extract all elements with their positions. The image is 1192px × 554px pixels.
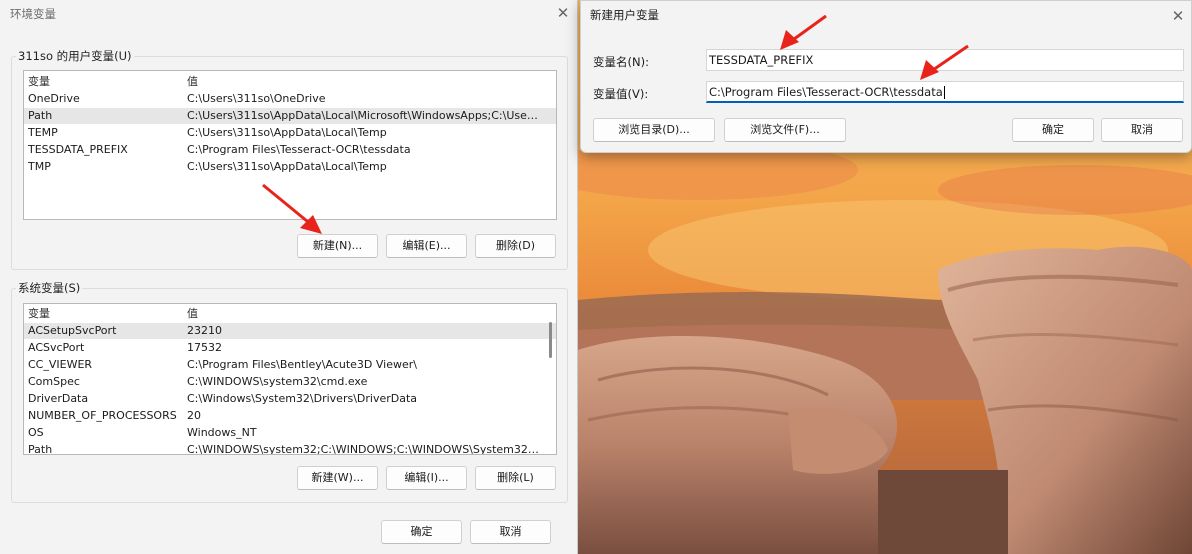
list-item[interactable]: CC_VIEWER C:\Program Files\Bentley\Acute… (24, 357, 556, 373)
user-edit-button[interactable]: 编辑(E)... (386, 234, 467, 258)
user-delete-button[interactable]: 删除(D) (475, 234, 556, 258)
cancel-button[interactable]: 取消 (470, 520, 551, 544)
browse-file-button[interactable]: 浏览文件(F)... (724, 118, 846, 142)
column-header-variable[interactable]: 变量 (28, 306, 50, 322)
list-header[interactable]: 变量 值 (24, 74, 556, 90)
variable-name: TMP (28, 160, 51, 173)
variable-name: NUMBER_OF_PROCESSORS (28, 409, 177, 422)
variable-value: C:\Users\311so\OneDrive (187, 92, 326, 105)
close-icon[interactable]: ✕ (1169, 7, 1187, 25)
text-caret (943, 86, 945, 99)
variable-name-field[interactable]: TESSDATA_PREFIX (706, 49, 1184, 71)
list-header[interactable]: 变量 值 (24, 306, 556, 322)
column-header-variable[interactable]: 变量 (28, 74, 50, 90)
variable-name-value: TESSDATA_PREFIX (709, 53, 814, 67)
variable-name: ACSetupSvcPort (28, 324, 117, 337)
variable-value: C:\Program Files\Tesseract-OCR\tessdata (187, 143, 411, 156)
variable-value: C:\Users\311so\AppData\Local\Temp (187, 126, 387, 139)
list-item[interactable]: OS Windows_NT (24, 425, 556, 441)
variable-value: C:\WINDOWS\system32;C:\WINDOWS;C:\WINDOW… (187, 443, 542, 455)
dialog-cancel-button[interactable]: 取消 (1101, 118, 1183, 142)
scrollbar-thumb[interactable] (549, 322, 552, 358)
variable-value: 17532 (187, 341, 222, 354)
variable-name: OS (28, 426, 44, 439)
list-item[interactable]: ComSpec C:\WINDOWS\system32\cmd.exe (24, 374, 556, 390)
dialog-title: 新建用户变量 (590, 8, 659, 22)
user-variables-label: 311so 的用户变量(U) (16, 48, 134, 64)
variable-value: C:\WINDOWS\system32\cmd.exe (187, 375, 368, 388)
new-user-variable-dialog: 新建用户变量 ✕ 变量名(N): TESSDATA_PREFIX 变量值(V):… (580, 0, 1192, 153)
system-delete-button[interactable]: 删除(L) (475, 466, 556, 490)
variable-value: C:\Users\311so\AppData\Local\Microsoft\W… (187, 109, 542, 122)
environment-variables-window: 环境变量 ✕ 311so 的用户变量(U) 变量 值 OneDrive C:\U… (0, 0, 578, 554)
variable-name: TESSDATA_PREFIX (28, 143, 128, 156)
list-item[interactable]: Path C:\WINDOWS\system32;C:\WINDOWS;C:\W… (24, 442, 556, 455)
variable-value: Windows_NT (187, 426, 257, 439)
variable-name: ACSvcPort (28, 341, 85, 354)
variable-value-field[interactable]: C:\Program Files\Tesseract-OCR\tessdata (706, 81, 1184, 103)
ok-button[interactable]: 确定 (381, 520, 462, 544)
variable-name-label: 变量名(N): (593, 55, 649, 69)
variable-name: ComSpec (28, 375, 80, 388)
browse-directory-button[interactable]: 浏览目录(D)... (593, 118, 715, 142)
list-item[interactable]: Path C:\Users\311so\AppData\Local\Micros… (24, 108, 556, 124)
user-variables-list[interactable]: 变量 值 OneDrive C:\Users\311so\OneDrive Pa… (23, 70, 557, 220)
system-variables-label: 系统变量(S) (16, 280, 83, 296)
variable-value: C:\Windows\System32\Drivers\DriverData (187, 392, 418, 405)
variable-value: C:\Users\311so\AppData\Local\Temp (187, 160, 387, 173)
system-edit-button[interactable]: 编辑(I)... (386, 466, 467, 490)
system-variables-list[interactable]: 变量 值 ACSetupSvcPort 23210 ACSvcPort 1753… (23, 303, 557, 455)
variable-value: 23210 (187, 324, 222, 337)
list-item[interactable]: TMP C:\Users\311so\AppData\Local\Temp (24, 159, 556, 175)
column-header-value[interactable]: 值 (187, 74, 542, 90)
dialog-ok-button[interactable]: 确定 (1012, 118, 1094, 142)
list-item[interactable]: ACSetupSvcPort 23210 (24, 323, 556, 339)
list-item[interactable]: NUMBER_OF_PROCESSORS 20 (24, 408, 556, 424)
close-icon[interactable]: ✕ (554, 4, 572, 22)
system-new-button[interactable]: 新建(W)... (297, 466, 378, 490)
column-header-value[interactable]: 值 (187, 306, 542, 322)
variable-name: CC_VIEWER (28, 358, 93, 371)
list-item[interactable]: TEMP C:\Users\311so\AppData\Local\Temp (24, 125, 556, 141)
user-new-button[interactable]: 新建(N)... (297, 234, 378, 258)
variable-value: C:\Program Files\Bentley\Acute3D Viewer\ (187, 358, 417, 371)
variable-value: 20 (187, 409, 201, 422)
variable-value-label: 变量值(V): (593, 87, 649, 101)
list-item[interactable]: ACSvcPort 17532 (24, 340, 556, 356)
window-title: 环境变量 (10, 7, 56, 21)
variable-value-text: C:\Program Files\Tesseract-OCR\tessdata (709, 85, 943, 99)
list-item[interactable]: OneDrive C:\Users\311so\OneDrive (24, 91, 556, 107)
variable-name: OneDrive (28, 92, 80, 105)
variable-name: TEMP (28, 126, 58, 139)
list-item[interactable]: TESSDATA_PREFIX C:\Program Files\Tessera… (24, 142, 556, 158)
variable-name: Path (28, 443, 53, 455)
variable-name: DriverData (28, 392, 89, 405)
list-item[interactable]: DriverData C:\Windows\System32\Drivers\D… (24, 391, 556, 407)
variable-name: Path (28, 109, 53, 122)
